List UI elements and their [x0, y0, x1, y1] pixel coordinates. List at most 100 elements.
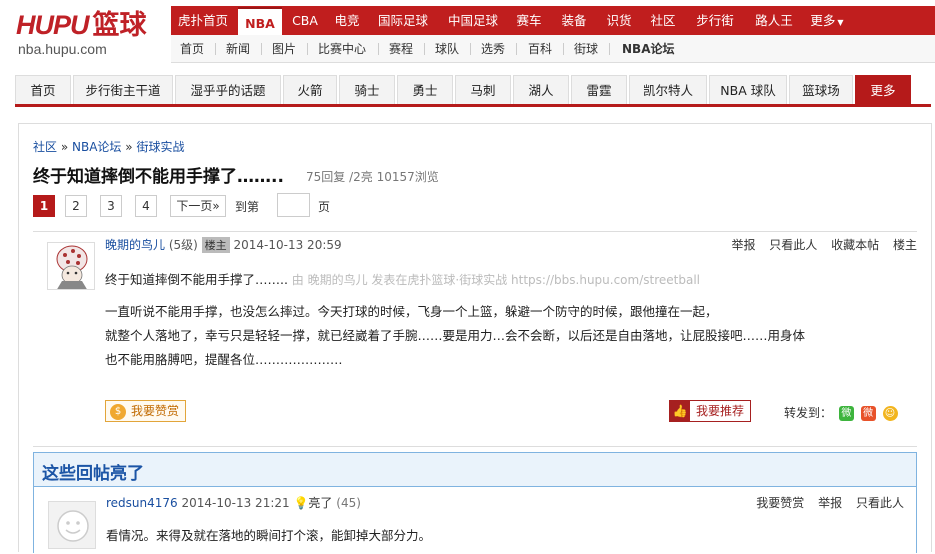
forum-tab-lakers[interactable]: 湖人 — [513, 75, 569, 104]
wechat-icon[interactable]: 微 — [838, 406, 854, 421]
post-paragraph: 也不能用胳膊吧，提醒各位………………… — [105, 352, 343, 367]
reply-time: 2014-10-13 21:21 — [181, 496, 290, 510]
channel-cn-football[interactable]: 中国足球 — [441, 6, 505, 35]
divider — [609, 43, 610, 55]
next-page-button[interactable]: 下一页» — [170, 195, 226, 217]
channel-nba[interactable]: NBA — [238, 7, 282, 35]
channel-cba[interactable]: CBA — [285, 6, 325, 35]
tip-button[interactable]: $ 我要赞赏 — [105, 400, 187, 422]
forum-tab-rockets[interactable]: 火箭 — [283, 75, 337, 104]
highlighted-replies: 这些回帖亮了 redsun4176 2014-10-13 21:21 💡亮了 (… — [33, 452, 917, 554]
breadcrumb-sep: » — [125, 140, 133, 154]
lightbulb-icon: 💡 — [293, 496, 309, 510]
reply-item: redsun4176 2014-10-13 21:21 💡亮了 (45) 我要赞… — [34, 486, 916, 554]
subnav-schedule[interactable]: 赛程 — [389, 41, 413, 57]
divider — [470, 43, 471, 55]
qzone-icon[interactable]: ☺ — [882, 406, 898, 421]
hupu-logo[interactable]: HUPU 篮球 nba.hupu.com — [16, 10, 161, 60]
channel-racing[interactable]: 赛车 — [509, 6, 549, 35]
channel-luren[interactable]: 路人王 — [748, 6, 800, 35]
thread-stats: 75回复 /2亮 10157浏览 — [306, 170, 439, 184]
divider — [307, 43, 308, 55]
forum-tab-topics[interactable]: 湿乎乎的话题 — [175, 75, 281, 104]
page-4[interactable]: 4 — [135, 195, 157, 217]
only-this-user-link[interactable]: 只看此人 — [769, 238, 817, 252]
channel-gear[interactable]: 装备 — [554, 6, 594, 35]
forum-tab-warriors[interactable]: 勇士 — [397, 75, 453, 104]
thread-content: 社区 » NBA论坛 » 街球实战 终于知道摔倒不能用手撑了…….. 75回复 … — [18, 123, 932, 554]
subnav-photos[interactable]: 图片 — [272, 41, 296, 57]
avatar[interactable] — [47, 242, 95, 290]
page-number-input[interactable] — [277, 193, 310, 217]
channel-community[interactable]: 社区 — [643, 6, 683, 35]
subnav-home[interactable]: 首页 — [180, 41, 204, 57]
forum-nav: 首页 步行街主干道 湿乎乎的话题 火箭 骑士 勇士 马刺 湖人 雷霆 凯尔特人 … — [15, 75, 931, 107]
channel-more[interactable]: 更多 ▼ — [805, 6, 849, 35]
forum-tab-home[interactable]: 首页 — [15, 75, 71, 104]
page-2[interactable]: 2 — [65, 195, 87, 217]
chevron-down-icon: ▼ — [837, 18, 844, 27]
page-1[interactable]: 1 — [33, 195, 55, 217]
breadcrumb-nba-forum[interactable]: NBA论坛 — [72, 140, 121, 154]
subnav-draft[interactable]: 选秀 — [481, 41, 505, 57]
page-unit-label: 页 — [318, 200, 331, 214]
post-body: 一直听说不能用手撑，也没怎么摔过。今天打球的时候，飞身一个上篮，躲避一个防守的时… — [105, 300, 915, 374]
forum-tab-celtics[interactable]: 凯尔特人 — [629, 75, 707, 104]
forum-tab-cavaliers[interactable]: 骑士 — [339, 75, 395, 104]
top-header: HUPU 篮球 nba.hupu.com 虎扑首页 NBA CBA 电竞 国际足球… — [0, 0, 935, 66]
forum-tab-bxj-main[interactable]: 步行街主干道 — [73, 75, 173, 104]
breadcrumb: 社区 » NBA论坛 » 街球实战 — [33, 138, 184, 155]
floor-label: 楼主 — [892, 238, 917, 252]
thumbs-up-icon: 👍 — [670, 401, 690, 421]
reply-only-this-user-link[interactable]: 只看此人 — [856, 496, 904, 510]
channel-intl-football[interactable]: 国际足球 — [371, 6, 435, 35]
post-headline: 终于知道摔倒不能用手撑了…….. 由 晚期的鸟儿 发表在虎扑篮球·街球实战 ht… — [105, 269, 700, 288]
share-label: 转发到： — [784, 406, 833, 420]
subnav-match-center[interactable]: 比赛中心 — [318, 41, 366, 57]
logo-domain: nba.hupu.com — [18, 41, 107, 57]
channel-bxj[interactable]: 步行街 — [689, 6, 741, 35]
forum-tab-more[interactable]: 更多 — [855, 75, 911, 104]
post-username[interactable]: 晚期的鸟儿 — [105, 238, 165, 252]
reply-actions: 我要赞赏 举报 只看此人 — [746, 494, 904, 511]
reply-username[interactable]: redsun4176 — [106, 496, 178, 510]
subnav-news[interactable]: 新闻 — [226, 41, 250, 57]
recommend-button-label: 我要推荐 — [696, 404, 745, 418]
channel-more-label: 更多 — [810, 13, 836, 28]
thread-title: 终于知道摔倒不能用手撑了…….. — [33, 167, 284, 187]
reply-body: 看情况。来得及就在落地的瞬间打个滚，能卸掉大部分力。 — [106, 528, 432, 543]
breadcrumb-sep: » — [60, 140, 69, 154]
divider — [424, 43, 425, 55]
divider — [215, 43, 216, 55]
coin-icon: $ — [110, 403, 126, 420]
subnav-nba-forum[interactable]: NBA论坛 — [622, 41, 674, 57]
reply-author-line: redsun4176 2014-10-13 21:21 💡亮了 (45) — [106, 494, 361, 511]
subnav-wiki[interactable]: 百科 — [528, 41, 552, 57]
subnav-teams[interactable]: 球队 — [435, 41, 459, 57]
breadcrumb-community[interactable]: 社区 — [33, 140, 57, 154]
breadcrumb-streetball[interactable]: 街球实战 — [136, 140, 184, 154]
avatar[interactable] — [48, 501, 96, 549]
channel-esports[interactable]: 电竞 — [327, 6, 367, 35]
page-3[interactable]: 3 — [100, 195, 122, 217]
logo-brand-cn: 篮球 — [92, 10, 147, 40]
forum-tab-nba-teams[interactable]: NBA 球队 — [709, 75, 787, 104]
forum-tab-court[interactable]: 篮球场 — [789, 75, 853, 104]
channel-shihuo[interactable]: 识货 — [599, 6, 639, 35]
recommend-button[interactable]: 👍 我要推荐 — [669, 400, 752, 422]
weibo-icon[interactable]: 微 — [860, 406, 876, 421]
channel-home[interactable]: 虎扑首页 — [171, 6, 235, 35]
forum-tab-thunder[interactable]: 雷霆 — [571, 75, 627, 104]
light-count: (45) — [336, 496, 361, 510]
light-up-label[interactable]: 亮了 — [308, 496, 332, 510]
report-link[interactable]: 举报 — [731, 238, 755, 252]
forum-tab-spurs[interactable]: 马刺 — [455, 75, 511, 104]
main-post: 晚期的鸟儿 (5级) 楼主 2014-10-13 20:59 举报 只看此人 收… — [33, 231, 917, 447]
op-badge: 楼主 — [201, 237, 230, 253]
reply-tip-link[interactable]: 我要赞赏 — [756, 496, 804, 510]
reply-report-link[interactable]: 举报 — [818, 496, 842, 510]
favorite-link[interactable]: 收藏本帖 — [831, 238, 879, 252]
subnav-streetball[interactable]: 街球 — [574, 41, 598, 57]
sub-nav: 首页 新闻 图片 比赛中心 赛程 球队 选秀 百科 街球 NBA论坛 — [171, 35, 935, 63]
channel-bar: 虎扑首页 NBA CBA 电竞 国际足球 中国足球 赛车 装备 识货 社区 步行… — [171, 6, 935, 35]
